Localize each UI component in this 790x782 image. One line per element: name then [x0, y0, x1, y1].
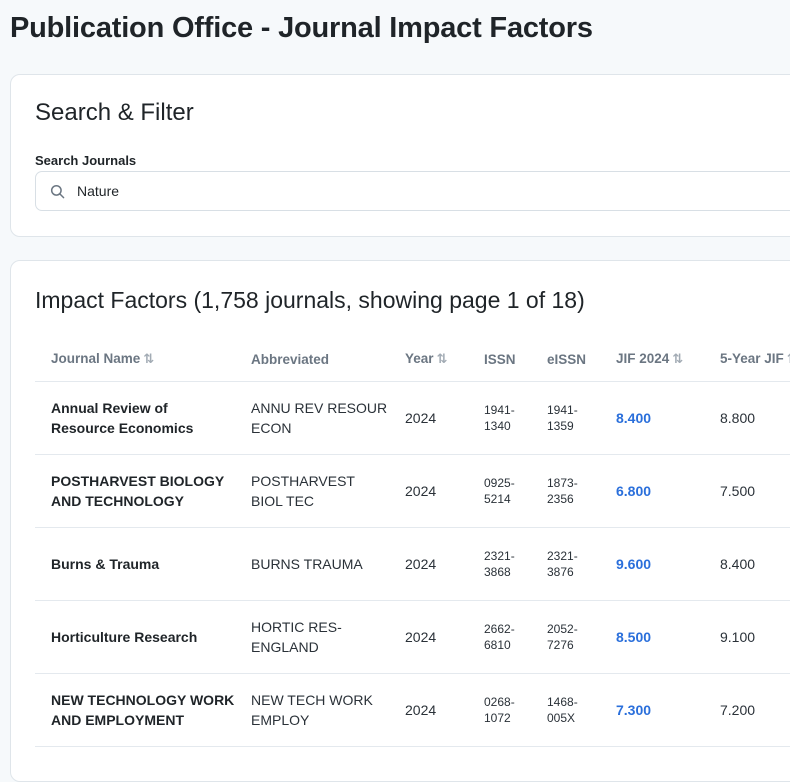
jif-2024-cell: 8.400 — [600, 381, 704, 455]
journal-name-cell: Annual Review of Resource Economics — [35, 381, 235, 455]
eissn-cell: 2321-3876 — [531, 527, 600, 601]
issn-cell: 2321-3868 — [468, 527, 531, 601]
abbreviated-cell: POSTHARVEST BIOL TEC — [235, 454, 389, 528]
search-journals-label: Search Journals — [35, 153, 137, 168]
column-header-label: eISSN — [547, 351, 587, 367]
table-row[interactable]: Annual Review of Resource Economics ANNU … — [35, 381, 790, 455]
issn-cell: 0268-1072 — [468, 673, 531, 747]
jif-2024-cell: 6.800 — [600, 454, 704, 528]
search-input[interactable] — [75, 182, 679, 200]
sort-icon[interactable]: ⇅ — [437, 351, 448, 366]
search-icon — [50, 184, 65, 198]
issn-cell: 2662-6810 — [468, 600, 531, 674]
column-header-jif-2024[interactable]: JIF 2024 ⇅ — [600, 337, 704, 382]
column-header-journal-name[interactable]: Journal Name ⇅ — [35, 337, 235, 382]
year-cell: 2024 — [389, 381, 468, 455]
column-header-label: Abbreviated — [251, 351, 330, 367]
abbreviated-cell: ANNU REV RESOUR ECON — [235, 381, 389, 455]
column-header-label: Journal Name — [51, 351, 141, 366]
eissn-cell: 1873-2356 — [531, 454, 600, 528]
column-header-year[interactable]: Year ⇅ — [389, 337, 468, 382]
table-row[interactable]: POSTHARVEST BIOLOGY AND TECHNOLOGY POSTHA… — [35, 454, 790, 528]
abbreviated-cell: NEW TECH WORK EMPLOY — [235, 673, 389, 747]
journal-name-cell: NEW TECHNOLOGY WORK AND EMPLOYMENT — [35, 673, 235, 747]
search-filter-heading: Search & Filter — [35, 99, 194, 126]
issn-cell: 0925-5214 — [468, 454, 531, 528]
column-header-abbreviated: Abbreviated — [235, 337, 389, 382]
5-year-jif-cell: 8.400 — [704, 527, 790, 601]
jif-2024-cell: 9.600 — [600, 527, 704, 601]
eissn-cell: 1468-005X — [531, 673, 600, 747]
table-row[interactable]: NEW TECHNOLOGY WORK AND EMPLOYMENT NEW TE… — [35, 673, 790, 747]
journal-name-cell: Horticulture Research — [35, 600, 235, 674]
5-year-jif-cell: 9.100 — [704, 600, 790, 674]
jif-2024-cell: 8.500 — [600, 600, 704, 674]
impact-factors-table: Journal Name ⇅ Abbreviated Year ⇅ ISSN eISSN JI… — [35, 337, 790, 747]
search-filter-card: Search & Filter Search Journals — [10, 74, 790, 237]
column-header-label: 5-Year JIF — [720, 351, 784, 366]
column-header-label: ISSN — [484, 351, 516, 367]
abbreviated-cell: HORTIC RES-ENGLAND — [235, 600, 389, 674]
year-cell: 2024 — [389, 454, 468, 528]
journal-name-cell: Burns & Trauma — [35, 527, 235, 601]
sort-icon[interactable]: ⇅ — [672, 351, 683, 366]
jif-2024-cell: 7.300 — [600, 673, 704, 747]
column-header-label: JIF 2024 — [616, 351, 670, 366]
journal-name-cell: POSTHARVEST BIOLOGY AND TECHNOLOGY — [35, 454, 235, 528]
table-row[interactable]: Burns & Trauma BURNS TRAUMA 2024 2321-3868 2… — [35, 527, 790, 601]
column-header-5-year-jif[interactable]: 5-Year JIF⇅ — [704, 337, 790, 382]
year-cell: 2024 — [389, 673, 468, 747]
table-header-row: Journal Name ⇅ Abbreviated Year ⇅ ISSN eISSN JI… — [35, 337, 790, 382]
5-year-jif-cell: 8.800 — [704, 381, 790, 455]
impact-factors-card: Impact Factors (1,758 journals, showing … — [10, 260, 790, 782]
year-cell: 2024 — [389, 527, 468, 601]
abbreviated-cell: BURNS TRAUMA — [235, 527, 389, 601]
column-header-issn: ISSN — [468, 337, 531, 382]
search-box[interactable] — [35, 171, 790, 211]
table-row[interactable]: Horticulture Research HORTIC RES-ENGLAND 2… — [35, 600, 790, 674]
eissn-cell: 1941-1359 — [531, 381, 600, 455]
column-header-label: Year — [405, 351, 434, 366]
issn-cell: 1941-1340 — [468, 381, 531, 455]
eissn-cell: 2052-7276 — [531, 600, 600, 674]
page-title: Publication Office - Journal Impact Fact… — [10, 12, 593, 44]
sort-icon[interactable]: ⇅ — [143, 351, 154, 366]
5-year-jif-cell: 7.500 — [704, 454, 790, 528]
year-cell: 2024 — [389, 600, 468, 674]
5-year-jif-cell: 7.200 — [704, 673, 790, 747]
impact-factors-heading: Impact Factors (1,758 journals, showing … — [35, 287, 585, 313]
column-header-eissn: eISSN — [531, 337, 600, 382]
